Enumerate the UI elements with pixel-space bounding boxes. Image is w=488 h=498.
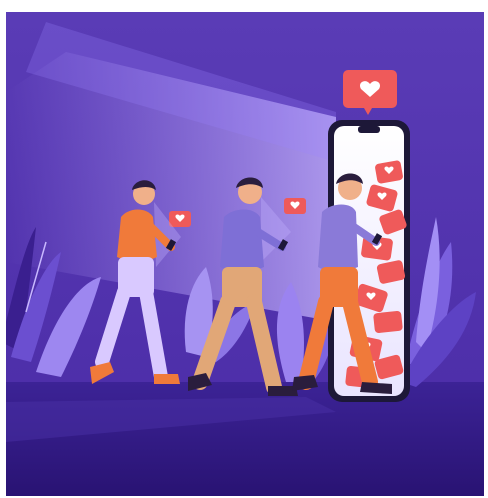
heart-bubble-1 [169,211,191,227]
heart-bubble-2 [284,198,306,214]
illustration-scene [6,12,484,496]
